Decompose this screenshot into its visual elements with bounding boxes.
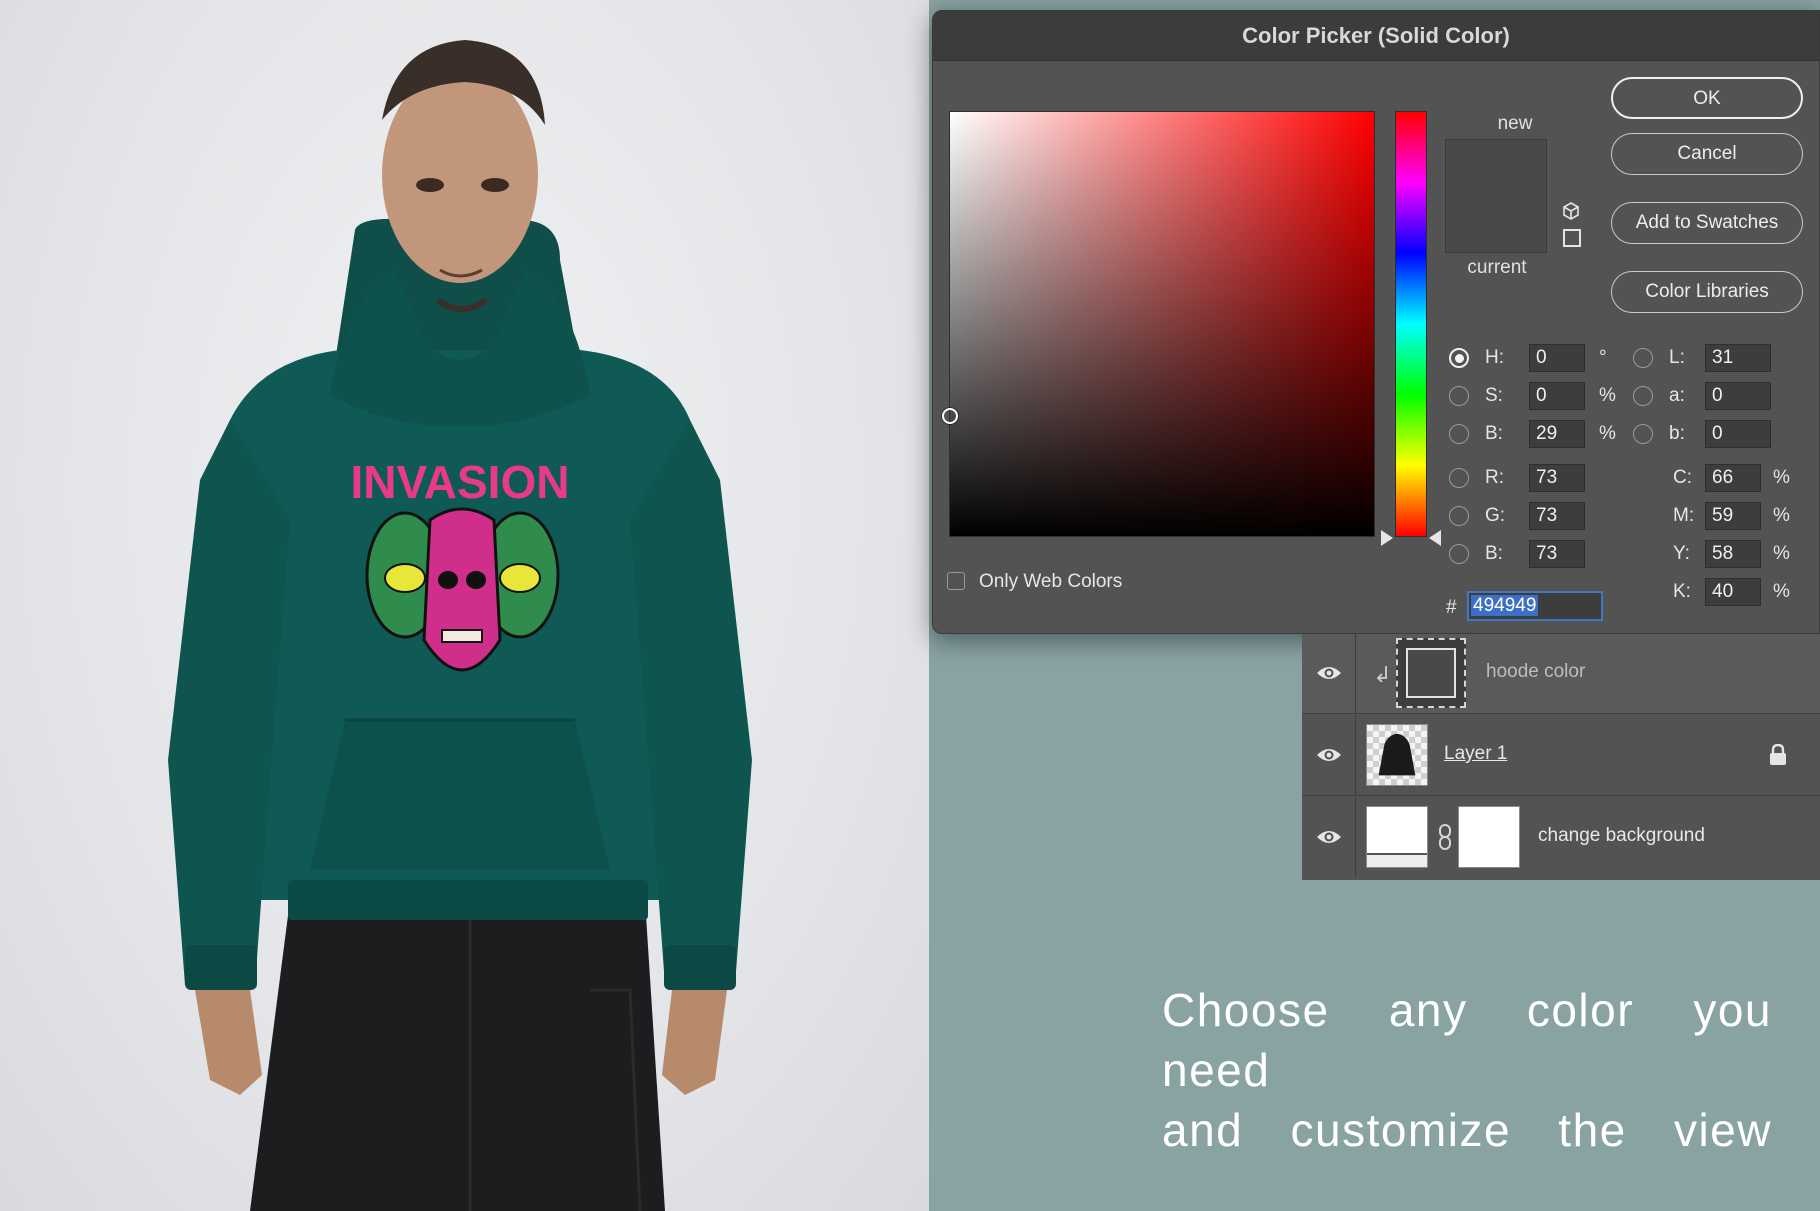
field-row-l: L: 31 <box>1633 343 1813 373</box>
field-row-blue: B: 73 <box>1449 539 1619 569</box>
color-picker-dialog: Color Picker (Solid Color) new current O… <box>932 10 1820 634</box>
hex-value: 494949 <box>1471 595 1539 616</box>
cancel-button[interactable]: Cancel <box>1611 133 1803 175</box>
layer-name[interactable]: change background <box>1538 825 1705 847</box>
add-to-swatches-button[interactable]: Add to Swatches <box>1611 202 1803 244</box>
layer-hoode-color[interactable]: hoode color <box>1302 634 1820 714</box>
radio-a[interactable] <box>1633 386 1653 406</box>
hex-symbol: # <box>1446 597 1457 618</box>
websafe-square-icon[interactable] <box>1563 229 1581 247</box>
hoodie-thumb-icon <box>1378 733 1416 776</box>
print-text: INVASION <box>351 456 570 508</box>
current-color-label: current <box>1467 257 1527 278</box>
hue-slider-right-arrow[interactable] <box>1429 530 1441 546</box>
field-row-h: H: 0 ° <box>1449 343 1619 373</box>
color-field-marker[interactable] <box>942 408 958 424</box>
radio-blue[interactable] <box>1449 544 1469 564</box>
caption-line-2: and customize the view <box>1162 1104 1772 1156</box>
input-c[interactable]: 66 <box>1705 464 1761 492</box>
field-row-y: Y: 58 % <box>1673 539 1813 569</box>
color-field[interactable] <box>942 111 1375 537</box>
field-row-s: S: 0 % <box>1449 381 1619 411</box>
radio-b[interactable] <box>1449 424 1469 444</box>
color-preview-swatch <box>1445 139 1547 253</box>
hoodie-model-photo: INVASION <box>0 0 929 1211</box>
input-lab-b[interactable]: 0 <box>1705 420 1771 448</box>
hue-slider[interactable] <box>1395 111 1427 537</box>
layer-mask-thumbnail <box>1458 806 1520 868</box>
adjustment-thumbnail <box>1366 806 1428 868</box>
only-web-colors-label: Only Web Colors <box>979 571 1123 592</box>
lock-icon[interactable] <box>1768 744 1788 766</box>
radio-h[interactable] <box>1449 348 1469 368</box>
new-color-swatch <box>1446 140 1546 196</box>
input-k[interactable]: 40 <box>1705 578 1761 606</box>
clipping-arrow-icon <box>1376 666 1387 682</box>
visibility-eye-icon[interactable] <box>1316 746 1342 764</box>
hue-slider-left-arrow[interactable] <box>1381 530 1393 546</box>
layer-name[interactable]: Layer 1 <box>1444 743 1507 765</box>
layer-name[interactable]: hoode color <box>1486 661 1585 683</box>
input-g[interactable]: 73 <box>1529 502 1585 530</box>
hex-input[interactable]: 494949 <box>1467 591 1603 621</box>
input-r[interactable]: 73 <box>1529 464 1585 492</box>
promo-caption: Choose any color you need and customize … <box>1162 980 1772 1160</box>
input-a[interactable]: 0 <box>1705 382 1771 410</box>
radio-g[interactable] <box>1449 506 1469 526</box>
radio-l[interactable] <box>1633 348 1653 368</box>
input-y[interactable]: 58 <box>1705 540 1761 568</box>
field-row-m: M: 59 % <box>1673 501 1813 531</box>
only-web-colors-checkbox[interactable] <box>947 572 965 590</box>
input-blue[interactable]: 73 <box>1529 540 1585 568</box>
cube-icon[interactable] <box>1561 201 1581 221</box>
field-row-a: a: 0 <box>1633 381 1813 411</box>
hoodie-illustration: INVASION <box>168 40 752 1211</box>
field-row-lab-b: b: 0 <box>1633 419 1813 449</box>
radio-r[interactable] <box>1449 468 1469 488</box>
layer-thumbnail-hoodie <box>1366 724 1428 786</box>
radio-s[interactable] <box>1449 386 1469 406</box>
field-row-c: C: 66 % <box>1673 463 1813 493</box>
input-m[interactable]: 59 <box>1705 502 1761 530</box>
field-row-b: B: 29 % <box>1449 419 1619 449</box>
layer-change-background[interactable]: change background <box>1302 798 1820 878</box>
dialog-title: Color Picker (Solid Color) <box>933 11 1819 61</box>
input-b[interactable]: 29 <box>1529 420 1585 448</box>
input-s[interactable]: 0 <box>1529 382 1585 410</box>
visibility-eye-icon[interactable] <box>1316 664 1342 682</box>
input-h[interactable]: 0 <box>1529 344 1585 372</box>
new-color-label: new <box>1497 113 1533 134</box>
radio-lab-b[interactable] <box>1633 424 1653 444</box>
layer-thumbnail-fill <box>1396 638 1466 708</box>
visibility-eye-icon[interactable] <box>1316 828 1342 846</box>
layer-layer-1[interactable]: Layer 1 <box>1302 716 1820 796</box>
field-row-g: G: 73 <box>1449 501 1619 531</box>
current-color-swatch[interactable] <box>1446 196 1546 252</box>
field-row-r: R: 73 <box>1449 463 1619 493</box>
field-row-k: K: 40 % <box>1673 577 1813 607</box>
link-chain-icon[interactable] <box>1438 824 1452 850</box>
layers-panel: hoode color Layer 1 change background <box>1302 634 1820 880</box>
color-libraries-button[interactable]: Color Libraries <box>1611 271 1803 313</box>
caption-line-1: Choose any color you need <box>1162 984 1772 1096</box>
ok-button[interactable]: OK <box>1611 77 1803 119</box>
input-l[interactable]: 31 <box>1705 344 1771 372</box>
